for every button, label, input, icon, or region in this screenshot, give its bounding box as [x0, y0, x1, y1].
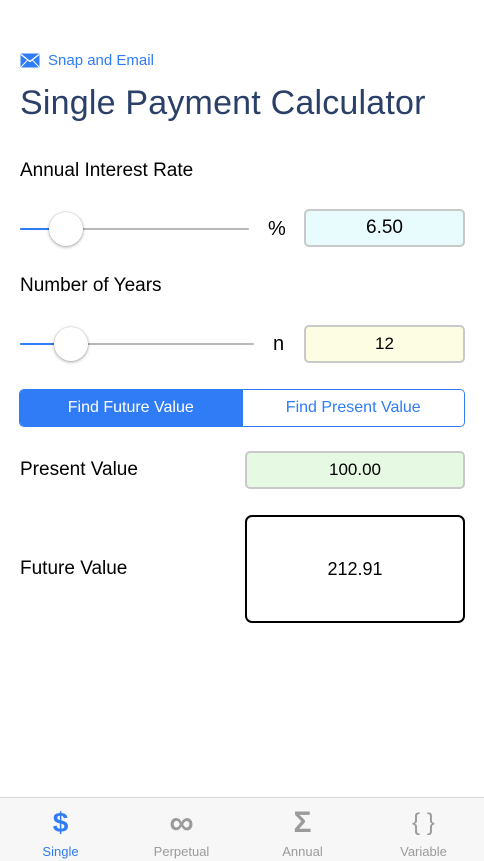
future-value-label: Future Value — [20, 558, 128, 579]
find-present-value-segment[interactable]: Find Present Value — [241, 390, 464, 426]
future-value-result: 212.91 — [245, 515, 465, 623]
tab-label: Variable — [400, 844, 447, 859]
number-of-years-label: Number of Years — [20, 275, 162, 296]
tab-variable[interactable]: { } Variable — [363, 798, 484, 861]
present-value-label: Present Value — [20, 459, 138, 480]
snap-and-email-label: Snap and Email — [48, 52, 154, 69]
interest-rate-slider[interactable] — [20, 212, 250, 246]
slider-thumb[interactable] — [49, 212, 83, 246]
tab-label: Annual — [282, 844, 323, 859]
page-title: Single Payment Calculator — [20, 84, 426, 122]
infinity-icon: ∞ — [169, 803, 194, 842]
tab-label: Perpetual — [153, 844, 210, 859]
tab-single[interactable]: $ Single — [0, 798, 121, 861]
years-unit-label: n — [273, 333, 285, 355]
envelope-icon — [20, 53, 40, 68]
tab-label: Single — [42, 844, 79, 859]
tab-annual[interactable]: Σ Annual — [242, 798, 363, 861]
braces-icon: { } — [412, 809, 435, 836]
tab-bar: $ Single ∞ Perpetual Σ Annual { } Variab… — [0, 797, 484, 861]
interest-unit-label: % — [268, 218, 286, 240]
interest-rate-label: Annual Interest Rate — [20, 160, 194, 181]
sigma-icon: Σ — [293, 806, 312, 839]
years-field[interactable]: 12 — [304, 325, 465, 363]
snap-and-email-link[interactable]: Snap and Email — [20, 52, 154, 69]
find-future-value-segment[interactable]: Find Future Value — [20, 390, 242, 426]
present-value-field[interactable]: 100.00 — [245, 451, 465, 489]
dollar-icon: $ — [52, 807, 69, 838]
mode-segmented-control: Find Future Value Find Present Value — [19, 389, 465, 427]
tab-perpetual[interactable]: ∞ Perpetual — [121, 798, 242, 861]
interest-rate-field[interactable]: 6.50 — [304, 209, 465, 247]
years-slider[interactable] — [20, 327, 255, 361]
slider-thumb[interactable] — [54, 327, 88, 361]
